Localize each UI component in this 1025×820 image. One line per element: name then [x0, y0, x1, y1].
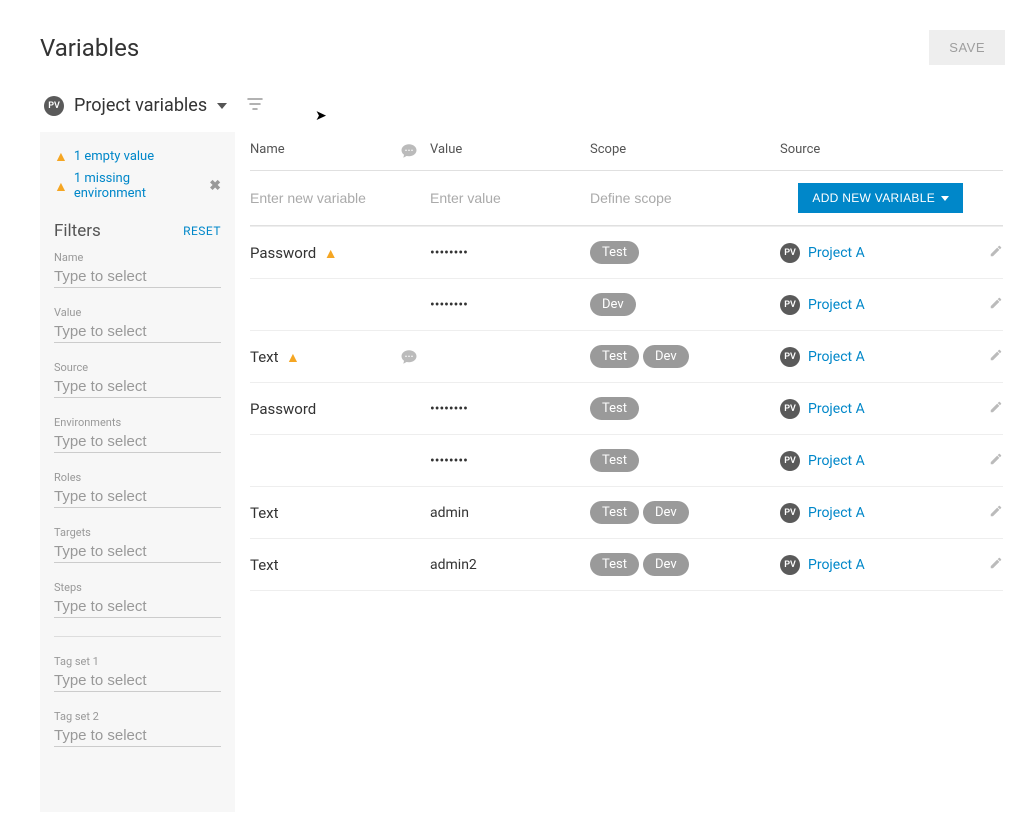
filter-input[interactable] — [54, 266, 221, 288]
filter-label: Tag set 1 — [54, 655, 221, 668]
edit-icon[interactable] — [989, 402, 1003, 418]
new-variable-scope-input[interactable] — [590, 188, 780, 208]
edit-icon[interactable] — [989, 298, 1003, 314]
filter-label: Roles — [54, 471, 221, 484]
scope-selector-label[interactable]: Project variables — [74, 95, 207, 116]
filter-input[interactable] — [54, 321, 221, 343]
edit-icon[interactable] — [989, 454, 1003, 470]
filter-input[interactable] — [54, 541, 221, 563]
filter-label: Tag set 2 — [54, 710, 221, 723]
filter-input[interactable] — [54, 596, 221, 618]
source-badge: PV — [780, 555, 800, 575]
filter-input[interactable] — [54, 670, 221, 692]
source-badge: PV — [780, 347, 800, 367]
filter-label: Value — [54, 306, 221, 319]
source-link[interactable]: Project A — [808, 453, 865, 469]
scope-chip[interactable]: Dev — [643, 553, 689, 576]
table-row: Password ▲ •••••••• Test PV Project A — [250, 226, 1003, 278]
variable-value: admin — [430, 505, 590, 521]
filter-label: Targets — [54, 526, 221, 539]
source-badge: PV — [780, 503, 800, 523]
divider — [54, 636, 221, 637]
reset-button[interactable]: RESET — [183, 224, 221, 238]
filter-icon[interactable] — [247, 98, 263, 114]
variable-value: •••••••• — [430, 453, 590, 469]
variable-name: Password — [250, 400, 316, 418]
filter-label: Environments — [54, 416, 221, 429]
scope-chip[interactable]: Test — [590, 397, 639, 420]
warning-icon: ▲ — [286, 350, 300, 366]
variable-name: Text — [250, 348, 279, 366]
variable-value: •••••••• — [430, 297, 590, 313]
table-row: Password •••••••• Test PV Project A — [250, 382, 1003, 434]
scope-chip[interactable]: Test — [590, 345, 639, 368]
variable-value: •••••••• — [430, 401, 590, 417]
add-new-variable-button[interactable]: ADD NEW VARIABLE — [798, 183, 963, 213]
comment-column-icon — [400, 142, 430, 160]
comment-icon[interactable] — [400, 348, 430, 366]
filter-label: Source — [54, 361, 221, 374]
table-row: Text admin2 TestDev PV Project A — [250, 538, 1003, 591]
variable-name: Text — [250, 556, 279, 574]
scope-chip[interactable]: Test — [590, 553, 639, 576]
new-variable-name-input[interactable] — [250, 188, 400, 208]
source-link[interactable]: Project A — [808, 557, 865, 573]
new-variable-value-input[interactable] — [430, 188, 590, 208]
warning-icon: ▲ — [54, 178, 68, 195]
source-link[interactable]: Project A — [808, 349, 865, 365]
source-link[interactable]: Project A — [808, 401, 865, 417]
column-header-scope: Scope — [590, 142, 780, 160]
table-row: •••••••• Dev PV Project A — [250, 278, 1003, 330]
filter-input[interactable] — [54, 431, 221, 453]
filter-label: Name — [54, 251, 221, 264]
scope-chip[interactable]: Test — [590, 449, 639, 472]
source-link[interactable]: Project A — [808, 505, 865, 521]
page-title: Variables — [40, 34, 139, 62]
edit-icon[interactable] — [989, 558, 1003, 574]
caret-down-icon — [941, 196, 949, 201]
variable-value: •••••••• — [430, 245, 590, 261]
scope-chip[interactable]: Test — [590, 241, 639, 264]
scope-chip[interactable]: Dev — [643, 501, 689, 524]
filters-heading: Filters — [54, 221, 101, 241]
column-header-value: Value — [430, 142, 590, 160]
table-row: Text admin TestDev PV Project A — [250, 486, 1003, 538]
source-badge: PV — [780, 295, 800, 315]
column-header-name: Name — [250, 142, 400, 160]
source-badge: PV — [780, 451, 800, 471]
edit-icon[interactable] — [989, 246, 1003, 262]
caret-down-icon[interactable] — [217, 103, 227, 109]
source-badge: PV — [780, 243, 800, 263]
edit-icon[interactable] — [989, 506, 1003, 522]
edit-icon[interactable] — [989, 350, 1003, 366]
scope-chip[interactable]: Dev — [590, 293, 636, 316]
main-content: Name Value Scope Source ADD NEW VARIABLE — [235, 132, 1005, 591]
scope-chip[interactable]: Dev — [643, 345, 689, 368]
filter-input[interactable] — [54, 486, 221, 508]
warning-icon: ▲ — [324, 246, 338, 262]
source-badge: PV — [780, 399, 800, 419]
column-header-source: Source — [780, 142, 963, 160]
table-row: Text ▲ TestDev PV Project A — [250, 330, 1003, 382]
filter-input[interactable] — [54, 725, 221, 747]
scope-chip[interactable]: Test — [590, 501, 639, 524]
filter-input[interactable] — [54, 376, 221, 398]
warning-link[interactable]: 1 empty value — [74, 149, 154, 164]
variable-value: admin2 — [430, 557, 590, 573]
warning-link[interactable]: 1 missing environment — [74, 171, 203, 201]
sidebar: ▲ 1 empty value ▲ 1 missing environment … — [40, 132, 235, 812]
source-link[interactable]: Project A — [808, 297, 865, 313]
scope-badge: PV — [44, 96, 64, 116]
variable-name: Password — [250, 244, 316, 262]
save-button[interactable]: SAVE — [929, 30, 1005, 65]
table-row: •••••••• Test PV Project A — [250, 434, 1003, 486]
warning-icon: ▲ — [54, 148, 68, 165]
close-icon[interactable]: ✖ — [209, 178, 221, 194]
variable-name: Text — [250, 504, 279, 522]
filter-label: Steps — [54, 581, 221, 594]
source-link[interactable]: Project A — [808, 245, 865, 261]
